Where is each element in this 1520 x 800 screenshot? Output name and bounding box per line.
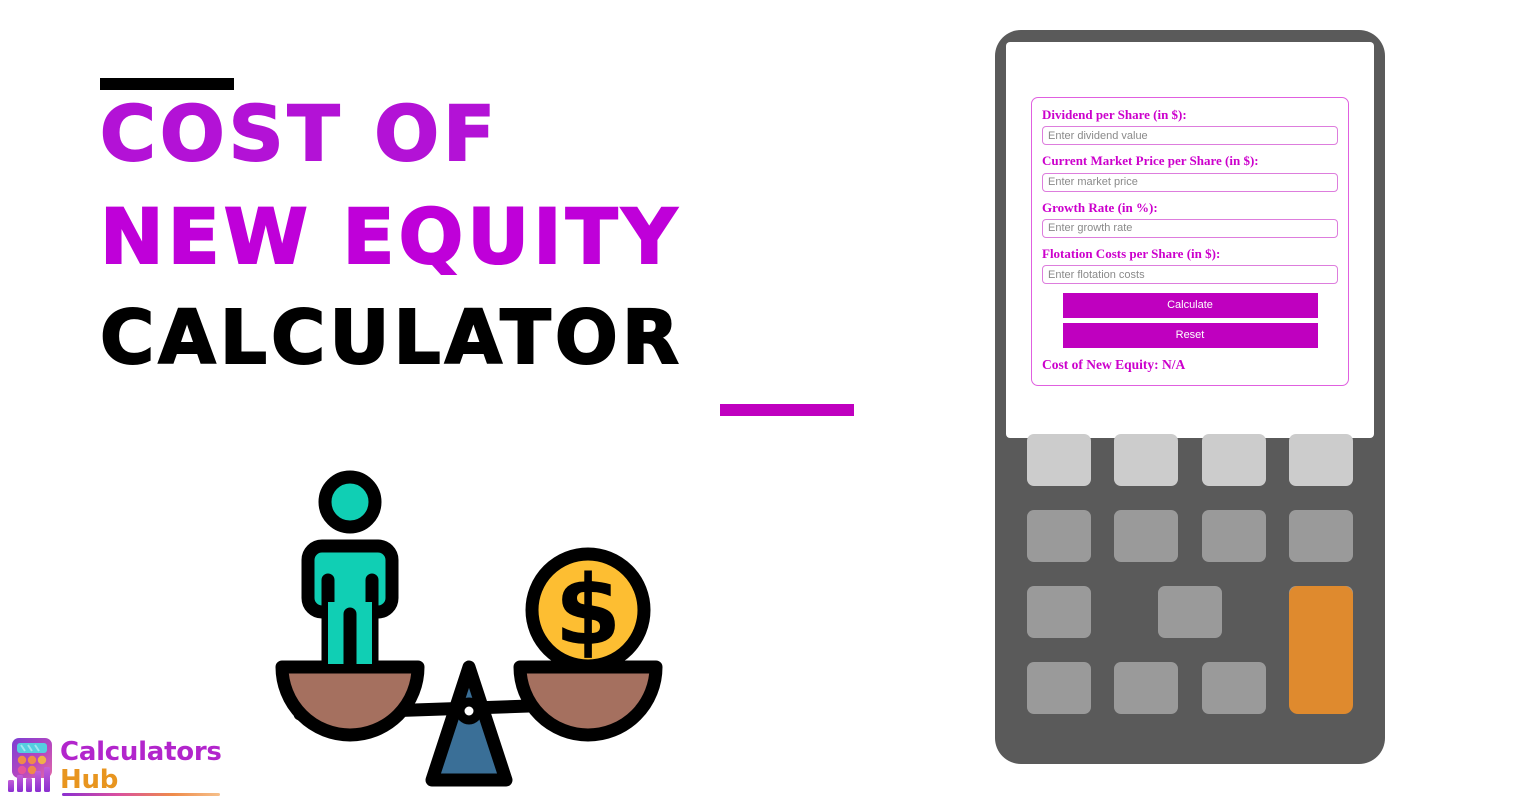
logo-word-hub: Hub	[60, 765, 119, 795]
keypad-key[interactable]	[1027, 662, 1091, 714]
scale-left-pan-icon	[275, 660, 425, 742]
keypad-key[interactable]	[1201, 434, 1266, 486]
keypad-key[interactable]	[1201, 662, 1266, 714]
flotation-costs-per-share-input[interactable]	[1042, 265, 1338, 285]
logo-wordmark: Calculators Hub	[60, 736, 224, 793]
calculator-device: Dividend per Share (in $): Current Marke…	[995, 30, 1385, 764]
keypad-key[interactable]	[1201, 510, 1266, 562]
scale-fulcrum-icon	[425, 660, 513, 787]
logo-calculator-icon	[8, 738, 52, 792]
calculator-keypad	[1027, 434, 1353, 744]
calculator-screen: Dividend per Share (in $): Current Marke…	[1006, 42, 1374, 438]
person-figure-icon	[301, 470, 399, 671]
title-line-cost-of: COST OF	[99, 89, 500, 178]
keypad-key[interactable]	[1288, 434, 1353, 486]
dividend-per-share-input[interactable]	[1042, 126, 1338, 146]
keypad-key[interactable]	[1114, 510, 1179, 562]
title-line-new-equity: NEW EQUITY	[99, 192, 681, 281]
keypad-row	[1027, 434, 1353, 486]
growth-rate-label: Growth Rate (in %):	[1042, 199, 1158, 215]
keypad-key-equals[interactable]	[1289, 586, 1353, 714]
market-price-per-share-input[interactable]	[1042, 172, 1338, 192]
keypad-key[interactable]	[1158, 586, 1222, 638]
cost-of-new-equity-form: Dividend per Share (in $): Current Marke…	[1031, 97, 1349, 387]
title-line-calculator: CALCULATOR	[99, 295, 683, 381]
dividend-per-share-label: Dividend per Share (in $):	[1042, 107, 1187, 122]
scale-right-pan-icon	[513, 660, 663, 742]
balance-scale-illustration: $	[275, 470, 663, 787]
keypad-row	[1027, 586, 1353, 714]
result-text: Cost of New Equity: N/A	[1042, 357, 1186, 373]
keypad-key[interactable]	[1288, 510, 1353, 562]
reset-button[interactable]: Reset	[1062, 323, 1318, 349]
svg-text:$: $	[555, 555, 622, 667]
calculatorshub-logo: Calculators Hub	[6, 736, 222, 796]
keypad-row	[1027, 510, 1353, 562]
market-price-per-share-label: Current Market Price per Share (in $):	[1042, 153, 1259, 169]
growth-rate-input[interactable]	[1042, 218, 1338, 238]
keypad-key[interactable]	[1114, 434, 1179, 486]
logo-underline	[62, 793, 220, 796]
flotation-costs-per-share-label: Flotation Costs per Share (in $):	[1042, 245, 1221, 261]
keypad-key[interactable]	[1114, 662, 1179, 714]
keypad-key[interactable]	[1027, 510, 1091, 562]
dollar-coin-icon: $	[525, 547, 651, 673]
promo-panel: COST OF NEW EQUITY CALCULATOR $ Calculat…	[0, 0, 960, 800]
logo-word-calculators: Calculators	[60, 737, 222, 767]
title-bottom-rule	[720, 404, 854, 416]
calculate-button[interactable]: Calculate	[1062, 293, 1318, 319]
keypad-key[interactable]	[1027, 586, 1091, 638]
page-title: COST OF NEW EQUITY CALCULATOR	[99, 89, 920, 381]
keypad-key[interactable]	[1027, 434, 1091, 486]
